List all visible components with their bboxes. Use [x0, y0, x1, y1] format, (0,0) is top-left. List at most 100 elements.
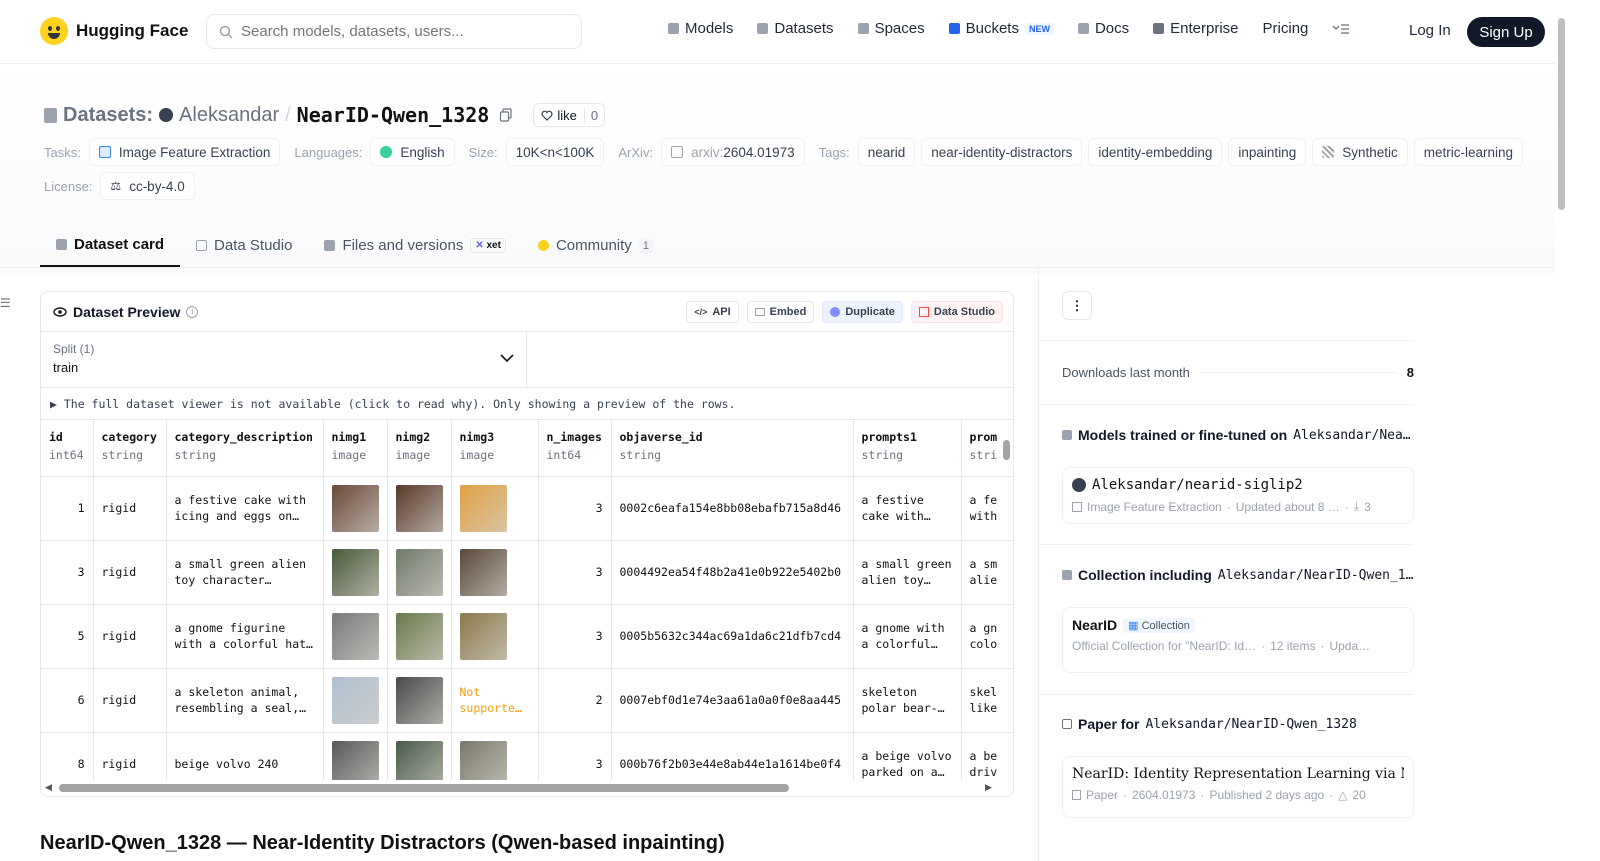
image-thumbnail[interactable]: [395, 484, 443, 532]
image-thumbnail[interactable]: [459, 548, 507, 596]
paper-card[interactable]: NearID: Identity Representation Learning…: [1062, 756, 1414, 818]
paper-published: Published 2 days ago: [1209, 788, 1325, 802]
tag-synthetic[interactable]: Synthetic: [1312, 138, 1408, 166]
viewer-notice[interactable]: ▶ The full dataset viewer is not availab…: [41, 388, 1013, 420]
community-icon: [537, 240, 549, 251]
image-thumbnail[interactable]: [331, 740, 379, 782]
cell-nimg1: [323, 668, 388, 733]
nav-spaces[interactable]: Spaces: [857, 20, 925, 37]
cell-objaverse-id: 0002c6eafa154e8bb08ebafb715a8d46: [611, 476, 854, 541]
collection-card[interactable]: NearID ▦ Collection Official Collection f…: [1062, 607, 1414, 673]
column-header-nimg1[interactable]: nimg1 image: [323, 420, 388, 477]
page-scrollbar[interactable]: [1555, 0, 1568, 861]
table-row[interactable]: 8 rigid beige volvo 240 3 000b76f2b03e44e8ab…: [41, 732, 1013, 782]
image-thumbnail[interactable]: [395, 548, 443, 596]
cell-id-text: 8: [77, 757, 85, 771]
model-card[interactable]: Aleksandar/nearid-siglip2 Image Feature …: [1062, 467, 1414, 524]
nav-docs[interactable]: Docs: [1077, 20, 1129, 37]
image-thumbnail[interactable]: [459, 740, 507, 782]
tag-near-identity-distractors[interactable]: near-identity-distractors: [921, 138, 1083, 166]
column-header-category[interactable]: category string: [93, 420, 167, 477]
login-link[interactable]: Log In: [1409, 22, 1451, 39]
table-row[interactable]: 1 rigid a festive cake with icing and eggs…: [41, 476, 1013, 541]
image-thumbnail[interactable]: [459, 484, 507, 532]
duplicate-button[interactable]: Duplicate: [822, 301, 903, 323]
cell-n-images: 2: [538, 668, 612, 733]
table-horizontal-scrollbar[interactable]: ◀ ▶: [41, 780, 1013, 796]
dataset-name[interactable]: NearID-Qwen_1328: [297, 103, 490, 127]
api-button[interactable]: </> API: [686, 301, 739, 323]
tab-files-and-versions[interactable]: Files and versions ✕ xet: [308, 224, 522, 267]
table-row[interactable]: 6 rigid a skeleton animal, resembling a se…: [41, 668, 1013, 733]
column-header-category-description[interactable]: category_description string: [166, 420, 324, 477]
column-name: n_images: [546, 430, 602, 444]
split-selector-row: Split (1) train: [41, 332, 1013, 388]
scroll-right-icon[interactable]: ▶: [985, 782, 992, 793]
cell-category-description: a skeleton animal, resembling a seal,…: [166, 668, 324, 733]
page-scroll-thumb[interactable]: [1558, 18, 1565, 210]
tab-dataset-card[interactable]: Dataset card: [40, 224, 181, 267]
arxiv-tag[interactable]: arxiv:2604.01973: [661, 138, 805, 166]
split-selector[interactable]: Split (1) train: [41, 332, 527, 388]
table-row[interactable]: 3 rigid a small green alien toy character……: [41, 540, 1013, 605]
sidebar-toggle-icon[interactable]: ☰: [0, 296, 11, 310]
cell-category-description: a festive cake with icing and eggs on…: [166, 476, 324, 541]
column-name: category: [101, 430, 157, 444]
column-header-id[interactable]: id int64: [41, 420, 94, 477]
image-thumbnail[interactable]: [331, 676, 379, 724]
tag-nearid[interactable]: nearid: [857, 138, 916, 166]
image-thumbnail[interactable]: [331, 612, 379, 660]
like-button[interactable]: like 0: [533, 103, 606, 127]
table-row[interactable]: 5 rigid a gnome figurine with a colorful h…: [41, 604, 1013, 669]
embed-button[interactable]: Embed: [746, 301, 815, 323]
more-menu-button[interactable]: [1332, 23, 1350, 35]
horizontal-scroll-thumb[interactable]: [59, 784, 789, 792]
brand-logo[interactable]: Hugging Face: [40, 17, 188, 45]
collection-items: 12 items: [1270, 639, 1316, 653]
tab-data-studio[interactable]: Data Studio: [180, 224, 308, 267]
cell-prompts1: a beige volvo parked on a…: [853, 732, 962, 782]
language-tag[interactable]: English: [370, 138, 455, 166]
column-header-objaverse-id[interactable]: objaverse_id string: [611, 420, 854, 477]
tab-community[interactable]: Community 1: [522, 224, 669, 267]
task-tag[interactable]: Image Feature Extraction: [88, 138, 281, 166]
nav-pricing[interactable]: Pricing: [1263, 20, 1309, 37]
more-options-button[interactable]: ⋮: [1062, 291, 1092, 320]
nav-buckets[interactable]: Buckets NEW: [948, 20, 1054, 37]
cell-category-description-text: beige volvo 240: [174, 757, 279, 771]
signup-button[interactable]: Sign Up: [1467, 17, 1545, 47]
column-header-n-images[interactable]: n_images int64: [538, 420, 612, 477]
tag-identity-embedding[interactable]: identity-embedding: [1088, 138, 1223, 166]
nav-models[interactable]: Models: [668, 20, 733, 37]
vertical-scroll-thumb[interactable]: [1003, 440, 1010, 460]
copy-icon[interactable]: [499, 108, 513, 122]
data-studio-button[interactable]: Data Studio: [910, 301, 1003, 323]
image-thumbnail[interactable]: [459, 612, 507, 660]
column-header-nimg3[interactable]: nimg3 image: [451, 420, 539, 477]
cell-category: rigid: [93, 668, 167, 733]
new-badge: NEW: [1024, 22, 1054, 35]
column-header-prompts1[interactable]: prompts1 string: [853, 420, 962, 477]
tag-inpainting[interactable]: inpainting: [1228, 138, 1307, 166]
image-thumbnail[interactable]: [331, 484, 379, 532]
image-thumbnail[interactable]: [395, 612, 443, 660]
image-thumbnail[interactable]: [395, 740, 443, 782]
table-vertical-scrollbar[interactable]: [1001, 430, 1011, 770]
tag-metric-learning[interactable]: metric-learning: [1413, 138, 1524, 166]
collection-icon: [1062, 570, 1072, 580]
cell-id-text: 5: [77, 629, 85, 643]
table-viewport: id int64 category string category_descriptio…: [41, 420, 1013, 782]
search-box[interactable]: [206, 14, 582, 49]
cell-category-text: rigid: [101, 757, 137, 771]
info-icon[interactable]: i: [186, 305, 199, 318]
column-header-nimg2[interactable]: nimg2 image: [387, 420, 452, 477]
image-thumbnail[interactable]: [395, 676, 443, 724]
nav-datasets[interactable]: Datasets: [757, 20, 834, 37]
image-thumbnail[interactable]: [331, 548, 379, 596]
scroll-left-icon[interactable]: ◀: [45, 782, 52, 793]
owner-link[interactable]: Aleksandar: [179, 104, 279, 127]
nav-enterprise[interactable]: Enterprise: [1153, 20, 1239, 37]
search-input[interactable]: [241, 23, 561, 40]
size-tag[interactable]: 10K<n<100K: [505, 138, 605, 166]
license-tag[interactable]: ⚖ cc-by-4.0: [100, 172, 195, 200]
